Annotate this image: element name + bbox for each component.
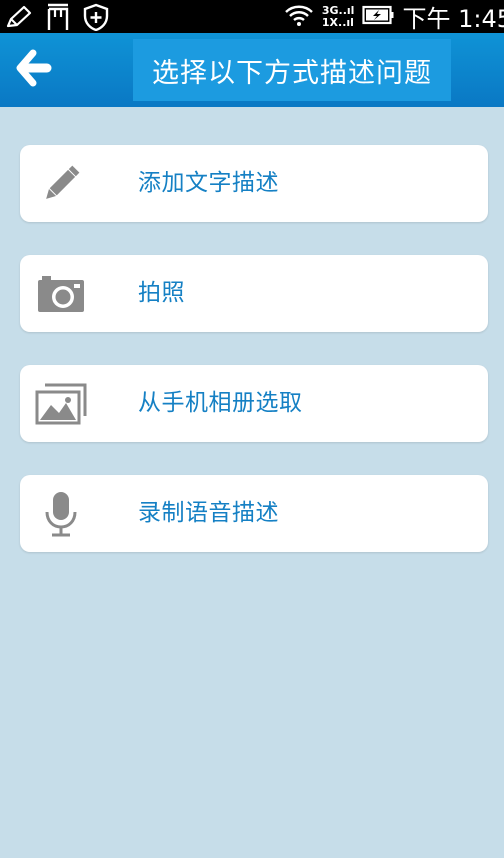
app-header: 选择以下方式描述问题	[0, 33, 504, 107]
record-voice-label: 录制语音描述	[138, 500, 279, 526]
pencil-icon	[34, 145, 88, 222]
take-photo-label: 拍照	[138, 280, 185, 306]
status-clock: 下午 1:45	[402, 5, 504, 33]
network-1x-label: 1X..ıl	[321, 15, 354, 29]
record-voice-option[interactable]: 录制语音描述	[20, 475, 488, 552]
notification-icons	[4, 2, 110, 31]
network-3g-label: 3G..ıl	[321, 3, 355, 17]
shield-notification-icon	[82, 3, 110, 31]
back-arrow-icon	[12, 48, 52, 92]
page-title: 选择以下方式描述问题	[152, 57, 432, 89]
wifi-icon	[284, 3, 314, 31]
take-photo-option[interactable]: 拍照	[20, 255, 488, 332]
back-button[interactable]	[0, 33, 64, 107]
microphone-icon	[34, 475, 88, 552]
option-list: 添加文字描述 拍照 从手机相册选取 录制语音描述	[20, 145, 488, 585]
gallery-icon	[34, 365, 88, 442]
add-text-description-label: 添加文字描述	[138, 170, 279, 196]
pen-notification-icon	[4, 4, 34, 30]
bag-notification-icon	[44, 3, 72, 31]
status-right: 3G..ıl 1X..ıl 下午 1:45	[284, 0, 504, 33]
title-box: 选择以下方式描述问题	[133, 39, 451, 101]
battery-charging-icon	[362, 4, 394, 30]
camera-icon	[34, 255, 88, 332]
choose-from-album-option[interactable]: 从手机相册选取	[20, 365, 488, 442]
add-text-description-option[interactable]: 添加文字描述	[20, 145, 488, 222]
network-indicator: 3G..ıl 1X..ıl	[321, 3, 355, 29]
choose-from-album-label: 从手机相册选取	[138, 390, 303, 416]
status-bar: 3G..ıl 1X..ıl 下午 1:45	[0, 0, 504, 33]
